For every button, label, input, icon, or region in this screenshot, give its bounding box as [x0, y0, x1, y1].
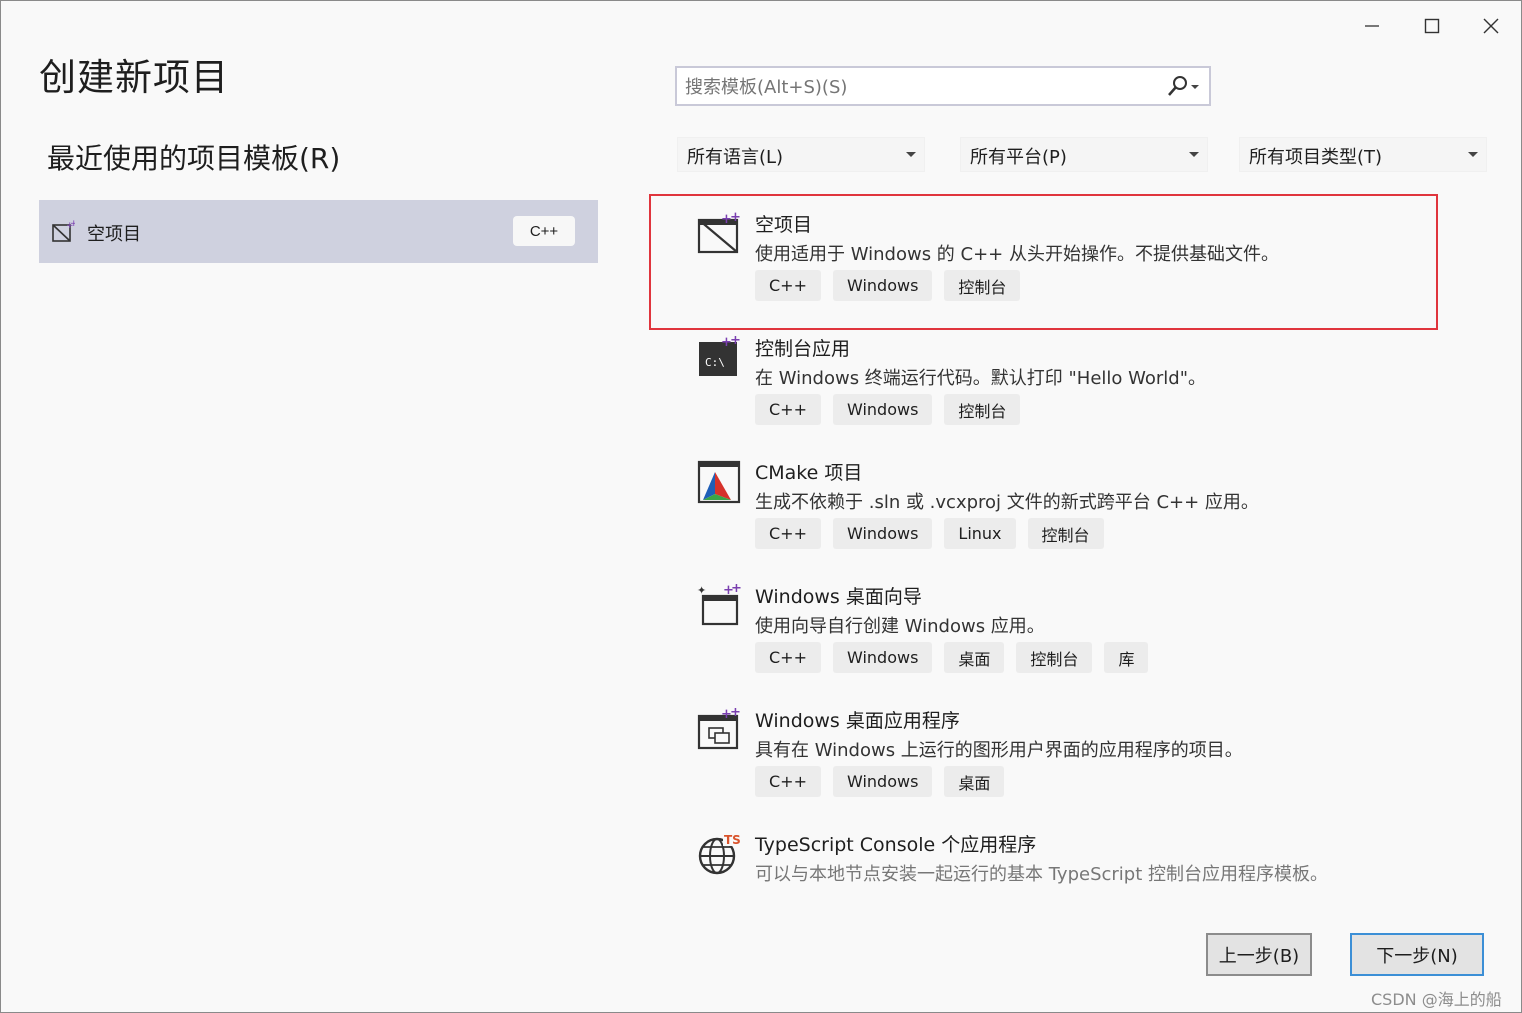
template-description: 具有在 Windows 上运行的图形用户界面的应用程序的项目。 — [755, 740, 1243, 761]
template-tags: C++ Windows Linux 控制台 — [755, 518, 1104, 549]
template-windows-desktop-app[interactable]: + + Windows 桌面应用程序 具有在 Windows 上运行的图形用户界… — [697, 705, 1437, 818]
project-type-filter-dropdown[interactable]: 所有项目类型(T) — [1239, 137, 1487, 172]
minimize-icon — [1365, 25, 1379, 27]
search-icon[interactable] — [1167, 76, 1205, 103]
tag: C++ — [755, 270, 821, 301]
language-filter-label: 所有语言(L) — [687, 147, 784, 168]
tag: Windows — [832, 518, 933, 549]
maximize-icon — [1424, 18, 1440, 34]
empty-project-icon: + + — [51, 219, 78, 249]
svg-text:+: + — [70, 220, 75, 229]
wizard-icon: ✦ + + — [697, 581, 742, 633]
template-description: 使用适用于 Windows 的 C++ 从头开始操作。不提供基础文件。 — [755, 244, 1279, 265]
tag: C++ — [755, 518, 821, 549]
template-name: 空项目 — [755, 214, 813, 236]
recent-item-label: 空项目 — [87, 224, 141, 245]
tag: C++ — [755, 394, 821, 425]
search-box[interactable] — [675, 66, 1211, 106]
template-empty-project[interactable]: + + 空项目 使用适用于 Windows 的 C++ 从头开始操作。不提供基础… — [697, 210, 1437, 322]
close-button[interactable] — [1468, 7, 1514, 45]
tag: C++ — [755, 766, 821, 797]
minimize-button[interactable] — [1349, 7, 1395, 45]
template-cmake-project[interactable]: CMake 项目 生成不依赖于 .sln 或 .vcxproj 文件的新式跨平台… — [697, 460, 1437, 570]
watermark: CSDN @海上的船 — [1371, 990, 1502, 1009]
tag: Windows — [832, 642, 933, 673]
svg-text:+: + — [731, 584, 741, 596]
template-name: Windows 桌面向导 — [755, 586, 922, 608]
tag: Linux — [944, 518, 1016, 549]
template-tags: C++ Windows 控制台 — [755, 394, 1021, 425]
template-description: 在 Windows 终端运行代码。默认打印 "Hello World"。 — [755, 368, 1207, 389]
chevron-down-icon — [1189, 152, 1199, 157]
template-description: 使用向导自行创建 Windows 应用。 — [755, 616, 1045, 637]
svg-text:TS: TS — [724, 833, 741, 847]
close-icon — [1483, 18, 1499, 34]
template-description: 可以与本地节点安装一起运行的基本 TypeScript 控制台应用程序模板。 — [755, 864, 1328, 885]
cmake-icon — [697, 460, 741, 509]
svg-text:+: + — [730, 708, 741, 720]
template-tags: C++ Windows 桌面 — [755, 766, 1005, 797]
template-typescript-console[interactable]: TS TypeScript Console 个应用程序 可以与本地节点安装一起运… — [697, 832, 1437, 892]
recent-template-item[interactable]: + + 空项目 C++ — [39, 200, 598, 263]
tag: 控制台 — [944, 394, 1021, 425]
empty-project-icon: + + — [697, 210, 741, 261]
svg-text:C:\: C:\ — [705, 356, 725, 369]
tag: Windows — [832, 394, 933, 425]
template-name: Windows 桌面应用程序 — [755, 710, 960, 732]
svg-text:✦: ✦ — [697, 584, 706, 597]
template-tags: C++ Windows 桌面 控制台 库 — [755, 642, 1149, 673]
next-button[interactable]: 下一步(N) — [1350, 933, 1484, 976]
back-button[interactable]: 上一步(B) — [1206, 933, 1312, 976]
tag: 控制台 — [944, 270, 1021, 301]
tag: 控制台 — [1016, 642, 1093, 673]
chevron-down-icon — [1468, 152, 1478, 157]
create-project-window: 创建新项目 最近使用的项目模板(R) + + 空项目 C++ 所有语言(L) — [0, 0, 1522, 1013]
svg-text:+: + — [730, 336, 741, 348]
template-windows-desktop-wizard[interactable]: ✦ + + Windows 桌面向导 使用向导自行创建 Windows 应用。 … — [697, 581, 1437, 694]
template-name: TypeScript Console 个应用程序 — [755, 834, 1037, 856]
typescript-globe-icon: TS — [697, 832, 741, 881]
platform-filter-label: 所有平台(P) — [970, 147, 1067, 168]
tag: 桌面 — [944, 766, 1005, 797]
tag: Windows — [832, 766, 933, 797]
svg-text:+: + — [730, 212, 741, 225]
chevron-down-icon — [906, 152, 916, 157]
language-filter-dropdown[interactable]: 所有语言(L) — [677, 137, 925, 172]
tag: 桌面 — [944, 642, 1005, 673]
project-type-filter-label: 所有项目类型(T) — [1249, 147, 1383, 168]
console-app-icon: C:\ + + — [697, 333, 741, 385]
tag: 控制台 — [1027, 518, 1104, 549]
recent-templates-heading: 最近使用的项目模板(R) — [47, 142, 341, 175]
template-console-app[interactable]: C:\ + + 控制台应用 在 Windows 终端运行代码。默认打印 "Hel… — [697, 333, 1437, 446]
template-name: CMake 项目 — [755, 462, 863, 484]
recent-item-tag: C++ — [513, 216, 575, 246]
template-tags: C++ Windows 控制台 — [755, 270, 1021, 301]
tag: Windows — [832, 270, 933, 301]
tag: 库 — [1104, 642, 1149, 673]
search-input[interactable] — [683, 73, 1157, 101]
maximize-button[interactable] — [1409, 7, 1455, 45]
desktop-app-icon: + + — [697, 705, 741, 757]
page-title: 创建新项目 — [39, 56, 229, 99]
template-name: 控制台应用 — [755, 338, 851, 360]
template-description: 生成不依赖于 .sln 或 .vcxproj 文件的新式跨平台 C++ 应用。 — [755, 492, 1259, 513]
platform-filter-dropdown[interactable]: 所有平台(P) — [960, 137, 1208, 172]
tag: C++ — [755, 642, 821, 673]
